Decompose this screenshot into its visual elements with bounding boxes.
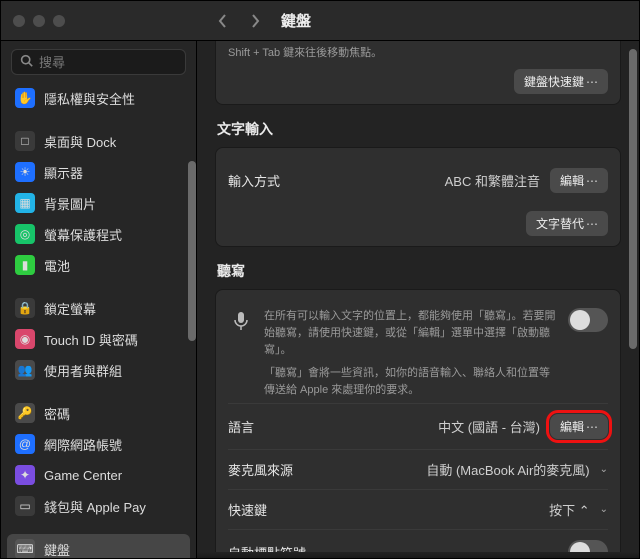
sidebar-item-icon: ▮: [15, 255, 35, 275]
chevron-left-icon: [218, 14, 228, 28]
sidebar-item-icon: ✦: [15, 465, 35, 485]
sidebar-item[interactable]: ▦ 背景圖片: [7, 188, 190, 218]
sidebar-item[interactable]: ⌨ 鍵盤: [7, 534, 190, 558]
dictation-mic-row[interactable]: 麥克風來源 自動 (MacBook Air的麥克風) ⌄: [228, 449, 608, 489]
window-title: 鍵盤: [281, 10, 311, 31]
zoom-icon[interactable]: [53, 15, 65, 27]
sidebar-item-label: 桌面與 Dock: [44, 132, 116, 151]
input-method-edit-button[interactable]: 編輯: [550, 168, 608, 193]
search-input[interactable]: [39, 55, 215, 70]
sidebar-item-label: Game Center: [44, 468, 122, 483]
sidebar-item-icon: 👥: [15, 360, 35, 380]
sidebar-item-label: 錢包與 Apple Pay: [44, 497, 146, 516]
sidebar-item[interactable]: 🔒 鎖定螢幕: [7, 293, 190, 323]
text-input-panel: 輸入方式 ABC 和繁體注音 編輯 文字替代: [215, 147, 621, 247]
sidebar-item-label: 鎖定螢幕: [44, 299, 96, 318]
sidebar-item-icon: ✋: [15, 88, 35, 108]
sidebar-item[interactable]: ◎ 螢幕保護程式: [7, 219, 190, 249]
dictation-desc-2: 「聽寫」會將一些資訊，如你的語音輸入、聯絡人和位置等傳送給 Apple 來處理你…: [264, 365, 558, 399]
keyboard-shortcuts-button[interactable]: 鍵盤快速鍵: [514, 69, 608, 94]
input-method-label: 輸入方式: [228, 171, 280, 190]
sidebar-item[interactable]: ▭ 錢包與 Apple Pay: [7, 491, 190, 521]
search-input-wrapper[interactable]: [11, 49, 186, 75]
sidebar-item-icon: 🔒: [15, 298, 35, 318]
sidebar-item[interactable]: 👥 使用者與群組: [7, 355, 190, 385]
main-pane: 使用鍵盤導覽來在控制項目之間移動焦點。按下 Tab 鍵來往前移動焦點，按下 Sh…: [197, 41, 639, 558]
sidebar-item[interactable]: ◉ Touch ID 與密碼: [7, 324, 190, 354]
input-method-value: ABC 和繁體注音: [445, 171, 540, 190]
sidebar-item[interactable]: ▮ 電池: [7, 250, 190, 280]
sidebar-item-icon: □: [15, 131, 35, 151]
sidebar-scrollbar[interactable]: [188, 161, 196, 341]
nav-back-button[interactable]: [211, 9, 235, 33]
input-method-row: 輸入方式 ABC 和繁體注音 編輯: [228, 158, 608, 203]
edit-label: 編輯: [560, 172, 584, 189]
window-controls: [13, 15, 193, 27]
sidebar-item-label: 鍵盤: [44, 540, 70, 559]
sidebar-item-icon: ▦: [15, 193, 35, 213]
keyboard-nav-hint: 使用鍵盤導覽來在控制項目之間移動焦點。按下 Tab 鍵來往前移動焦點，按下 Sh…: [228, 41, 608, 61]
sidebar: ✋ 隱私權與安全性 □ 桌面與 Dock ☀ 顯示器 ▦ 背景圖片 ◎ 螢幕保護程式 ▮ 電池 🔒 鎖定螢…: [1, 41, 197, 558]
sidebar-item-icon: ⌨: [15, 539, 35, 558]
sidebar-item-icon: @: [15, 434, 35, 454]
keyboard-nav-panel: 使用鍵盤導覽來在控制項目之間移動焦點。按下 Tab 鍵來往前移動焦點，按下 Sh…: [215, 41, 621, 105]
sidebar-item-icon: ▭: [15, 496, 35, 516]
main-scrollbar[interactable]: [629, 49, 637, 349]
titlebar: 鍵盤: [1, 1, 639, 41]
dictation-title: 聽寫: [217, 261, 619, 281]
sidebar-item-label: 電池: [44, 256, 70, 275]
dictation-mic-value: 自動 (MacBook Air的麥克風): [426, 460, 589, 479]
sidebar-item-label: 背景圖片: [44, 194, 96, 213]
keyboard-shortcuts-label: 鍵盤快速鍵: [524, 73, 584, 90]
dictation-language-row: 語言 中文 (國語 - 台灣) 編輯: [228, 403, 608, 449]
search-icon: [20, 54, 33, 70]
dictation-language-edit-button[interactable]: 編輯: [550, 414, 608, 439]
chevron-updown-icon: ⌄: [600, 464, 608, 475]
dictation-panel: 在所有可以輸入文字的位置上，都能夠使用「聽寫」。若要開始聽寫，請使用快速鍵，或從…: [215, 289, 621, 558]
dictation-shortcut-value: 按下 ⌃: [549, 500, 590, 519]
sidebar-item[interactable]: @ 網際網路帳號: [7, 429, 190, 459]
bottom-edge: [197, 552, 639, 558]
sidebar-item-icon: ☀: [15, 162, 35, 182]
dictation-mic-label: 麥克風來源: [228, 460, 293, 479]
minimize-icon[interactable]: [33, 15, 45, 27]
dictation-language-label: 語言: [228, 417, 254, 436]
chevron-updown-icon: ⌄: [600, 504, 608, 515]
sidebar-item-label: 顯示器: [44, 163, 83, 182]
text-substitutions-label: 文字替代: [536, 215, 584, 232]
sidebar-list: ✋ 隱私權與安全性 □ 桌面與 Dock ☀ 顯示器 ▦ 背景圖片 ◎ 螢幕保護程式 ▮ 電池 🔒 鎖定螢…: [1, 83, 196, 558]
sidebar-item[interactable]: ☀ 顯示器: [7, 157, 190, 187]
edit-label: 編輯: [560, 418, 584, 435]
sidebar-item[interactable]: ✦ Game Center: [7, 460, 190, 490]
text-input-title: 文字輸入: [217, 119, 619, 139]
nav-forward-button[interactable]: [243, 9, 267, 33]
dictation-shortcut-label: 快速鍵: [228, 500, 267, 519]
sidebar-item-icon: ◉: [15, 329, 35, 349]
text-substitutions-button[interactable]: 文字替代: [526, 211, 608, 236]
sidebar-item-label: 網際網路帳號: [44, 435, 122, 454]
dictation-toggle[interactable]: [568, 308, 608, 332]
sidebar-item[interactable]: 🔑 密碼: [7, 398, 190, 428]
sidebar-item[interactable]: ✋ 隱私權與安全性: [7, 83, 190, 113]
close-icon[interactable]: [13, 15, 25, 27]
dictation-shortcut-row[interactable]: 快速鍵 按下 ⌃ ⌄: [228, 489, 608, 529]
sidebar-item-icon: ◎: [15, 224, 35, 244]
dictation-desc-1: 在所有可以輸入文字的位置上，都能夠使用「聽寫」。若要開始聽寫，請使用快速鍵，或從…: [264, 308, 558, 359]
chevron-right-icon: [250, 14, 260, 28]
sidebar-item-label: Touch ID 與密碼: [44, 330, 138, 349]
sidebar-item-label: 密碼: [44, 404, 70, 423]
sidebar-item-label: 隱私權與安全性: [44, 89, 135, 108]
sidebar-item-icon: 🔑: [15, 403, 35, 423]
sidebar-item-label: 使用者與群組: [44, 361, 122, 380]
dictation-language-value: 中文 (國語 - 台灣): [438, 417, 540, 436]
microphone-icon: [228, 308, 254, 334]
sidebar-item-label: 螢幕保護程式: [44, 225, 122, 244]
sidebar-item[interactable]: □ 桌面與 Dock: [7, 126, 190, 156]
